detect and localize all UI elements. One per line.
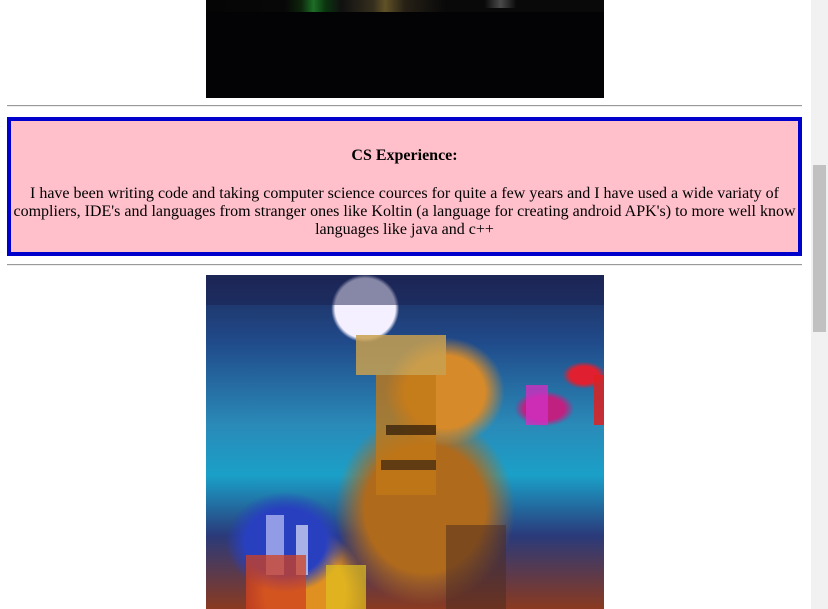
top-image: [206, 0, 604, 98]
cs-experience-text: I have been writing code and taking comp…: [13, 185, 796, 238]
vertical-scrollbar[interactable]: [811, 0, 828, 609]
page-viewport: CS Experience: I have been writing code …: [0, 0, 811, 609]
image-block: [446, 525, 506, 609]
cs-experience-title: CS Experience:: [351, 147, 458, 164]
image-block: [381, 460, 436, 470]
scrollbar-thumb[interactable]: [813, 165, 826, 332]
horizontal-rule: [7, 105, 802, 107]
image-block: [356, 335, 446, 375]
cs-experience-box: CS Experience: I have been writing code …: [7, 117, 802, 256]
horizontal-rule: [7, 264, 802, 266]
image-block: [246, 555, 306, 609]
image-block: [206, 275, 604, 305]
image-block: [594, 375, 604, 425]
image-block: [386, 425, 436, 435]
top-image-highlight: [206, 0, 604, 8]
image-block: [376, 375, 436, 495]
bottom-image: [206, 275, 604, 609]
image-block: [526, 385, 548, 425]
image-block: [326, 565, 366, 609]
